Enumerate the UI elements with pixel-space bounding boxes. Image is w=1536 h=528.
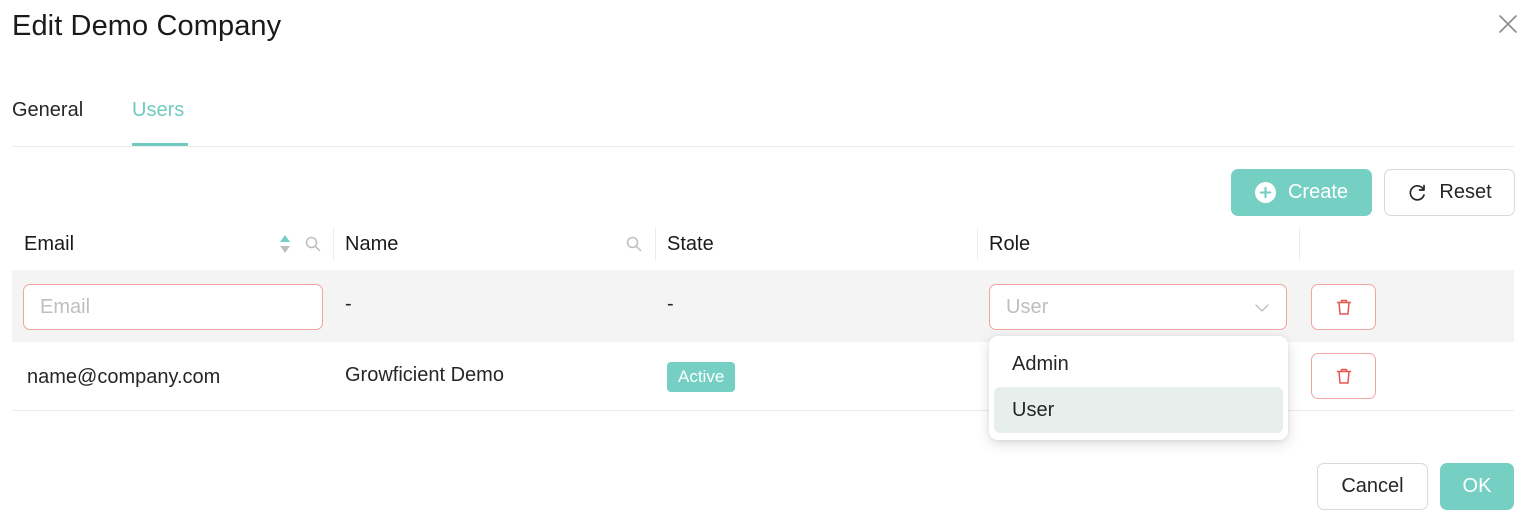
trash-icon	[1336, 368, 1351, 384]
create-button[interactable]: Create	[1231, 169, 1372, 216]
close-icon	[1499, 15, 1517, 33]
table-row-new: Email - - User	[12, 270, 1514, 342]
dropdown-option-admin[interactable]: Admin	[994, 341, 1283, 387]
column-divider	[655, 228, 656, 260]
role-select[interactable]: User	[989, 284, 1287, 330]
reset-button-label: Reset	[1439, 181, 1492, 203]
create-button-label: Create	[1287, 181, 1349, 203]
column-header-state: State	[667, 232, 714, 255]
search-icon[interactable]	[305, 236, 321, 252]
sort-icon[interactable]	[278, 233, 292, 255]
column-header-role: Role	[989, 232, 1031, 255]
cancel-button[interactable]: Cancel	[1317, 463, 1428, 510]
trash-icon	[1336, 299, 1351, 315]
tab-active-indicator	[132, 143, 188, 146]
delete-button[interactable]	[1311, 284, 1376, 330]
tab-bar: General Users	[12, 96, 1514, 147]
column-divider	[333, 228, 334, 260]
reset-button[interactable]: Reset	[1384, 169, 1515, 216]
dropdown-option-user[interactable]: User	[994, 387, 1283, 433]
name-cell: Growficient Demo	[345, 364, 504, 386]
delete-button[interactable]	[1311, 353, 1376, 399]
status-badge: Active	[667, 362, 736, 392]
name-cell: -	[345, 293, 352, 315]
reload-icon	[1409, 184, 1426, 201]
email-input[interactable]: Email	[23, 284, 323, 330]
table-row: name@company.com Growficient Demo Active	[12, 342, 1514, 411]
search-icon[interactable]	[626, 236, 642, 252]
email-cell: name@company.com	[27, 366, 221, 388]
column-divider	[977, 228, 978, 260]
column-header-name: Name	[345, 232, 399, 255]
tab-general[interactable]: General	[12, 99, 83, 122]
column-divider	[1299, 228, 1300, 260]
plus-circle-icon	[1254, 182, 1276, 203]
chevron-down-icon	[1255, 304, 1269, 312]
close-button[interactable]	[1496, 12, 1520, 36]
role-select-value: User	[1006, 295, 1049, 318]
table-header: Email Name State Role	[12, 218, 1514, 270]
ok-button[interactable]: OK	[1440, 463, 1514, 510]
dialog-title: Edit Demo Company	[12, 10, 282, 42]
column-header-email: Email	[24, 232, 75, 255]
tab-users[interactable]: Users	[132, 99, 184, 122]
role-dropdown: Admin User	[989, 336, 1288, 440]
state-cell: -	[667, 293, 674, 315]
